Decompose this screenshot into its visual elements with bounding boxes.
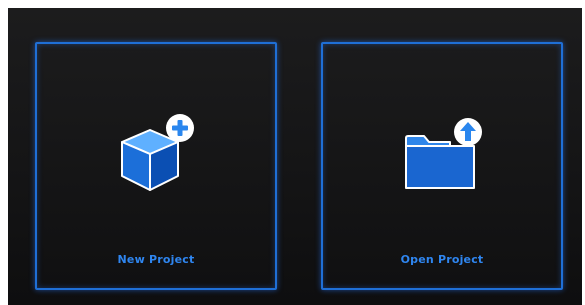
new-project-label: New Project	[117, 253, 195, 266]
folder-upload-icon	[394, 112, 490, 204]
cube-plus-icon	[108, 112, 204, 204]
open-project-button[interactable]: Open Project	[321, 42, 563, 290]
open-project-label: Open Project	[400, 253, 484, 266]
project-launcher: New Project Open Project	[8, 8, 582, 305]
new-project-button[interactable]: New Project	[35, 42, 277, 290]
